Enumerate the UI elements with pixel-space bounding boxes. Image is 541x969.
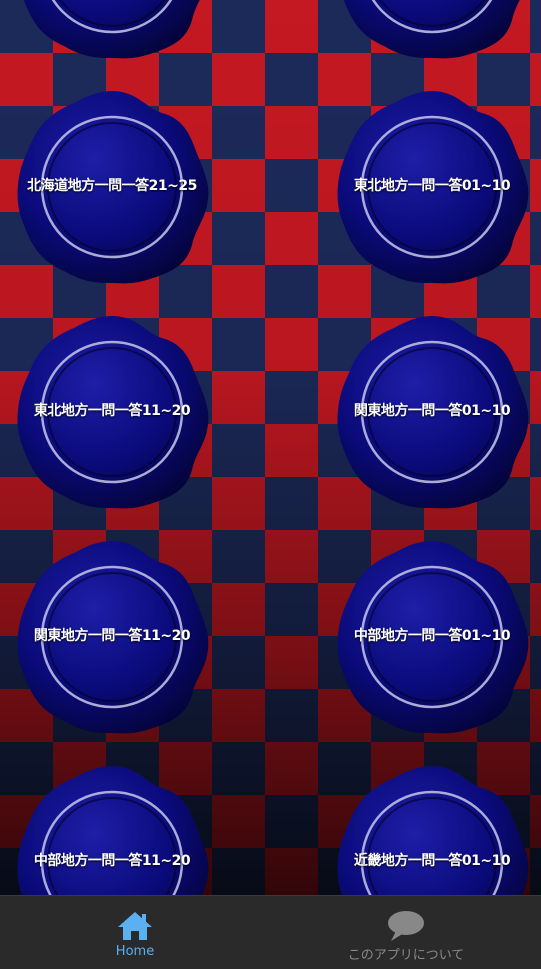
quiz-seal-label: 中部地方一問一答01~10 [353,628,511,644]
nav-home-tab[interactable]: Home [0,896,270,969]
wax-seal-icon [23,0,200,59]
quiz-seal-label: 北海道地方一問一答21~25 [27,178,197,194]
quiz-seal-button[interactable] [332,0,532,62]
quiz-seal-button[interactable]: 北海道地方一問一答21~25 [12,87,212,287]
quiz-seal-label: 関東地方一問一答01~10 [353,403,511,419]
nav-home-label: Home [115,944,155,959]
bottom-navigation-bar: Home このアプリについて [0,895,541,969]
quiz-seal-button[interactable]: 中部地方一問一答01~10 [332,537,532,737]
quiz-seal-label: 東北地方一問一答11~20 [33,403,191,419]
quiz-seal-button[interactable]: 東北地方一問一答11~20 [12,312,212,512]
nav-about-label: このアプリについて [347,948,465,963]
quiz-seal-button[interactable]: 関東地方一問一答01~10 [332,312,532,512]
quiz-seal-label: 東北地方一問一答01~10 [353,178,511,194]
quiz-seal-label: 中部地方一問一答11~20 [33,853,191,869]
quiz-seal-button[interactable] [12,0,212,62]
quiz-seal-label: 関東地方一問一答11~20 [33,628,191,644]
home-icon [118,912,152,940]
nav-about-tab[interactable]: このアプリについて [271,896,541,969]
wax-seal-icon [343,0,520,59]
speech-bubble-icon [388,911,424,941]
app-screen: 北海道地方一問一答21~25 東北地方一問一答01~10 東北地方一問一答11~… [0,0,541,969]
quiz-seal-button[interactable]: 東北地方一問一答01~10 [332,87,532,287]
quiz-seal-button[interactable]: 関東地方一問一答11~20 [12,537,212,737]
quiz-seal-label: 近畿地方一問一答01~10 [353,853,511,869]
